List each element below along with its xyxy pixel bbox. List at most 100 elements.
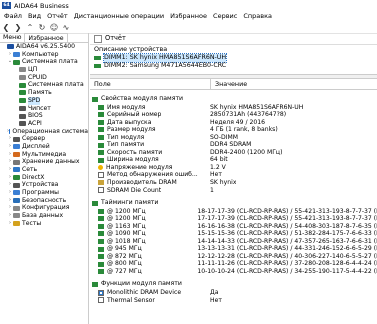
tab-menu[interactable]: Меню [0, 33, 24, 42]
user-icon[interactable]: ☺ [48, 23, 60, 32]
property-row[interactable]: Серийный номер 2850731Ah (4437647?8) [90, 111, 377, 119]
tree-item[interactable]: Системная плата [0, 81, 88, 89]
tree-item[interactable]: › Конфигурация [0, 204, 88, 212]
tree-item[interactable]: › Мультимедиа [0, 151, 88, 159]
navigation-tabs: Меню Избранное [0, 33, 88, 43]
tree-item[interactable]: › Сервер [0, 135, 88, 143]
field-column-header[interactable]: Поле [90, 79, 211, 89]
property-row[interactable]: Производитель DRAM SK hynix [90, 179, 377, 187]
property-row[interactable]: Дата выпуска Неделя 49 / 2016 [90, 119, 377, 127]
tree-item[interactable]: › Безопасность [0, 197, 88, 205]
property-row[interactable]: @ 1200 МГц 18-17-17-39 (CL-RCD-RP-RAS) / … [90, 208, 377, 216]
property-row[interactable]: Напряжение модуля 1.2 V [90, 164, 377, 172]
menu-item[interactable]: Дистанционные операции [71, 12, 167, 20]
property-name: @ 872 МГц [107, 252, 142, 260]
device-description-header: Описание устройства [94, 45, 168, 53]
property-field: @ 945 МГц [90, 245, 193, 253]
tree-item-label: Устройства [22, 181, 59, 189]
property-field: @ 1090 МГц [90, 230, 193, 238]
window-title: AIDA64 Business [14, 1, 69, 10]
property-name: @ 1163 МГц [107, 222, 146, 230]
property-field: @ 727 МГц [90, 268, 193, 276]
tree-node-icon [13, 136, 20, 142]
tree-item-label: Хранение данных [22, 158, 80, 166]
tree-item-label: Мультимедиа [22, 150, 67, 158]
up-arrow-icon[interactable]: ⌃ [24, 23, 36, 32]
tree-item[interactable]: › Устройства [0, 181, 88, 189]
tree-item[interactable]: › Тесты [0, 220, 88, 228]
property-value: 10-10-10-24 (CL-RCD-RP-RAS) / 34-255-190… [197, 267, 377, 275]
property-value: 15-15-15-36 (CL-RCD-RP-RAS) / 51-382-284… [197, 230, 377, 238]
tree-item[interactable]: Память [0, 89, 88, 97]
tree-item[interactable]: › Операционная система [0, 128, 88, 136]
tree-item[interactable]: Чипсет [0, 105, 88, 113]
device-item[interactable]: DIMM1: SK hynix HMA851S6AFR6N-UH [90, 53, 377, 63]
property-name: @ 1018 МГц [107, 237, 146, 245]
property-row[interactable]: Метод обнаружения ошиб... Нет [90, 171, 377, 179]
tree-item[interactable]: SPD [0, 96, 88, 105]
property-field: @ 872 МГц [90, 253, 193, 261]
menu-item[interactable]: Справка [240, 12, 275, 20]
tree-item[interactable]: › База данных [0, 212, 88, 220]
property-row[interactable]: @ 1018 МГц 14-14-14-33 (CL-RCD-RP-RAS) / … [90, 238, 377, 246]
tree-item[interactable]: BIOS [0, 112, 88, 120]
property-row[interactable]: SDRAM Die Count 1 [90, 187, 377, 195]
tree-item[interactable]: ⌄ Системная плата [0, 58, 88, 66]
property-name: @ 1200 МГц [107, 207, 146, 215]
property-field: @ 1163 МГц [90, 223, 193, 231]
tree-item[interactable]: › Дисплей [0, 143, 88, 151]
property-value: SK hynix HMA851S6AFR6N-UH [210, 103, 304, 111]
property-row[interactable]: @ 800 МГц 11-11-11-26 (CL-RCD-RP-RAS) / 3… [90, 260, 377, 268]
property-value: SK hynix [210, 178, 237, 186]
back-arrow-icon[interactable]: ❮ [0, 23, 12, 32]
menu-item[interactable]: Файл [0, 12, 25, 20]
section-icon [92, 282, 98, 288]
property-row[interactable]: Имя модуля SK hynix HMA851S6AFR6N-UH [90, 104, 377, 112]
property-row[interactable]: @ 945 МГц 13-13-13-31 (CL-RCD-RP-RAS) / 4… [90, 245, 377, 253]
menu-item[interactable]: Отчёт [44, 12, 71, 20]
menu-item[interactable]: Сервис [210, 12, 240, 20]
device-item[interactable]: DIMM2: Samsung M471A5644EB0-CRC [90, 62, 377, 70]
refresh-icon[interactable]: ↻ [36, 23, 48, 32]
memory-icon [98, 254, 104, 260]
report-tab[interactable]: Отчёт [90, 33, 377, 45]
property-row[interactable]: Thermal Sensor Нет [90, 297, 377, 305]
property-row[interactable]: @ 727 МГц 10-10-10-24 (CL-RCD-RP-RAS) / 3… [90, 268, 377, 276]
property-row[interactable]: @ 1163 МГц 16-16-16-38 (CL-RCD-RP-RAS) / … [90, 223, 377, 231]
property-row[interactable]: Скорость памяти DDR4-2400 (1200 МГц) [90, 149, 377, 157]
memory-icon [98, 261, 104, 267]
menu-item[interactable]: Вид [25, 12, 44, 20]
tree-item-label: Программы [22, 189, 59, 197]
value-column-header[interactable]: Значение [211, 79, 247, 89]
report-panel: Отчёт Описание устройства DIMM1: SK hyni… [90, 33, 377, 324]
memory-icon [98, 104, 104, 110]
property-name: @ 945 МГц [107, 245, 142, 253]
property-row[interactable]: Monolithic DRAM Device Да [90, 289, 377, 297]
tree-item[interactable]: › Хранение данных [0, 158, 88, 166]
tree-item[interactable]: ACPI [0, 120, 88, 128]
property-name: Серийный номер [107, 111, 162, 119]
checkbox-icon [98, 187, 104, 194]
tree-item-label: Системная плата [28, 81, 84, 89]
tab-favorites[interactable]: Избранное [24, 33, 68, 42]
tree-item[interactable]: ЦП [0, 66, 88, 74]
forward-arrow-icon[interactable]: ❯ [12, 23, 24, 32]
property-row[interactable]: @ 1090 МГц 15-15-15-36 (CL-RCD-RP-RAS) / … [90, 230, 377, 238]
tree-item[interactable]: › Программы [0, 189, 88, 197]
property-row[interactable]: Размер модуля 4 ГБ (1 rank, 8 banks) [90, 126, 377, 134]
tree-item[interactable]: AIDA64 v6.25.5400 [0, 43, 88, 51]
tree-node-icon [13, 190, 20, 196]
property-row[interactable]: Тип памяти DDR4 SDRAM [90, 141, 377, 149]
property-row[interactable]: Тип модуля SO-DIMM [90, 134, 377, 142]
property-field: @ 800 МГц [90, 260, 193, 268]
chart-icon[interactable]: ∿ [60, 23, 72, 32]
tree-item[interactable]: CPUID [0, 74, 88, 82]
property-row[interactable]: @ 872 МГц 12-12-12-28 (CL-RCD-RP-RAS) / 4… [90, 253, 377, 261]
checkbox-icon [98, 172, 104, 179]
property-row[interactable]: @ 1200 МГц 17-17-17-39 (CL-RCD-RP-RAS) / … [90, 215, 377, 223]
menu-item[interactable]: Избранное [167, 12, 210, 20]
tree-item[interactable]: › Компьютер [0, 51, 88, 59]
property-row[interactable]: Ширина модуля 64 bit [90, 156, 377, 164]
tree-item[interactable]: › Сеть [0, 166, 88, 174]
